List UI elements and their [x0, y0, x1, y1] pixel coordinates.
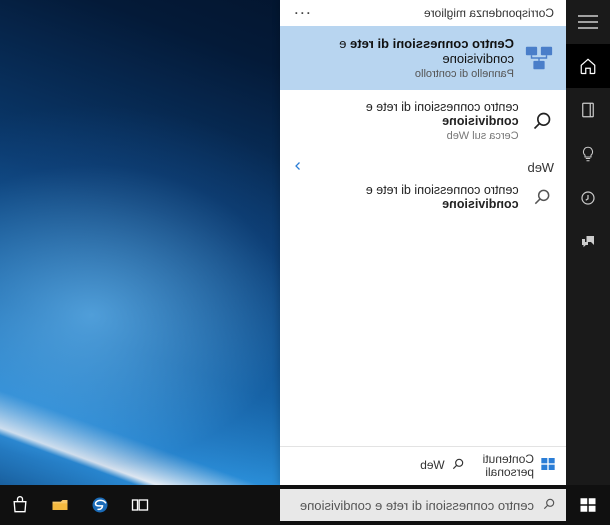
- web-result-title: centro connessioni di rete e condivision…: [292, 100, 519, 128]
- best-match-subtitle: Pannello di controllo: [292, 68, 514, 80]
- more-icon[interactable]: ···: [292, 6, 310, 20]
- search-icon: [542, 497, 556, 514]
- taskbar: centro connessioni di rete e condivision…: [0, 485, 610, 525]
- search-icon: [451, 457, 465, 474]
- best-match-label: Corrispondenza migliore: [424, 6, 554, 20]
- web-section-heading[interactable]: Web: [280, 152, 566, 179]
- feedback-icon[interactable]: [566, 220, 610, 264]
- search-icon: [531, 111, 554, 131]
- best-match-title: Centro connessioni di rete e condivision…: [292, 36, 514, 66]
- search-results-panel: Corrispondenza migliore ··· Centro conne…: [280, 0, 566, 485]
- reminder-icon[interactable]: [566, 176, 610, 220]
- notebook-icon[interactable]: [566, 88, 610, 132]
- best-match-item[interactable]: Centro connessioni di rete e condivision…: [280, 26, 566, 90]
- windows-icon: [540, 456, 556, 475]
- chevron-right-icon: [292, 160, 304, 175]
- hamburger-icon[interactable]: [566, 0, 610, 44]
- task-view-icon[interactable]: [120, 485, 160, 525]
- web-search-result[interactable]: centro connessioni di rete e condivision…: [280, 90, 566, 152]
- network-center-icon: [524, 43, 554, 73]
- web-item-title: centro connessioni di rete e condivision…: [292, 183, 519, 211]
- file-explorer-icon[interactable]: [40, 485, 80, 525]
- web-result-subtitle: Cerca sul Web: [292, 130, 519, 142]
- cortana-rail: [566, 0, 610, 485]
- filter-tabs: Contenuti personali Web: [280, 446, 566, 485]
- search-input-value: centro connessioni di rete e condivision…: [300, 498, 534, 513]
- search-icon: [531, 187, 554, 207]
- tab-personal-content[interactable]: Contenuti personali: [483, 453, 556, 479]
- tab-web[interactable]: Web: [420, 457, 464, 474]
- store-icon[interactable]: [0, 485, 40, 525]
- panel-header: Corrispondenza migliore ···: [280, 0, 566, 26]
- edge-icon[interactable]: [80, 485, 120, 525]
- lightbulb-icon[interactable]: [566, 132, 610, 176]
- taskbar-search-box[interactable]: centro connessioni di rete e condivision…: [280, 489, 566, 521]
- home-icon[interactable]: [566, 44, 610, 88]
- start-button[interactable]: [566, 485, 610, 525]
- web-section-item[interactable]: centro connessioni di rete e condivision…: [280, 179, 566, 221]
